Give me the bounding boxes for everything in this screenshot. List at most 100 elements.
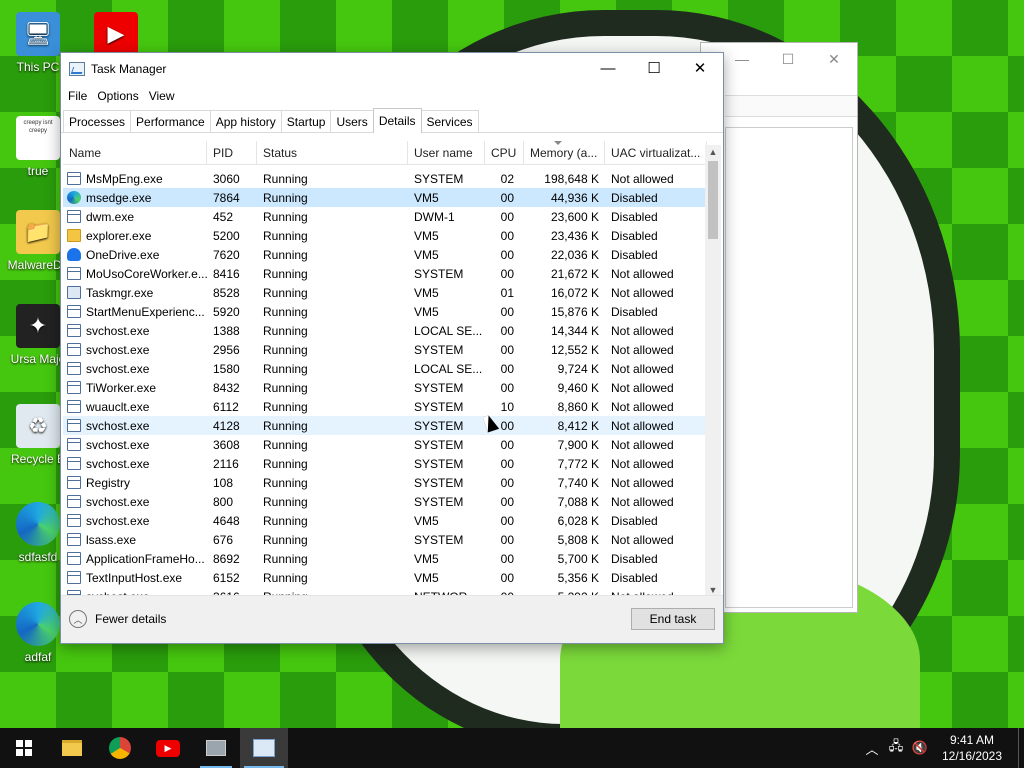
- close-icon[interactable]: ✕: [811, 51, 857, 68]
- table-row[interactable]: ApplicationFrameHo... 8692 Running VM5 00 5,7…: [63, 549, 707, 568]
- process-uac: Not allowed: [611, 418, 674, 433]
- table-row[interactable]: dwm.exe 452 Running DWM-1 00 23,600 K Disabled: [63, 207, 707, 226]
- table-row[interactable]: Registry 108 Running SYSTEM 00 7,740 K Not all…: [63, 473, 707, 492]
- volume-muted-icon[interactable]: 🔇: [908, 740, 932, 756]
- process-status: Running: [263, 209, 308, 224]
- process-cpu: 00: [500, 228, 514, 243]
- tab-processes[interactable]: Processes: [63, 110, 132, 132]
- column-header-user-name[interactable]: User name: [408, 141, 485, 164]
- chevron-up-icon[interactable]: ︿: [860, 739, 884, 758]
- title-bar[interactable]: Task Manager — ☐ ✕: [61, 53, 723, 85]
- table-row[interactable]: svchost.exe 1388 Running LOCAL SE... 00 14,34…: [63, 321, 707, 340]
- table-row[interactable]: Taskmgr.exe 8528 Running VM5 01 16,072 K Not a…: [63, 283, 707, 302]
- tab-users[interactable]: Users: [330, 110, 374, 132]
- process-memory: 23,600 K: [550, 209, 599, 224]
- process-status: Running: [263, 304, 308, 319]
- menu-view[interactable]: View: [144, 89, 180, 103]
- process-user: SYSTEM: [414, 171, 464, 186]
- scroll-up-icon[interactable]: ▲: [705, 145, 721, 159]
- process-cpu: 00: [500, 342, 514, 357]
- taskbar: ▶ ︿ 🖧 🔇 9:41 AM 12/16/2023: [0, 728, 1024, 768]
- process-memory: 44,936 K: [550, 190, 599, 205]
- process-cpu: 00: [500, 475, 514, 490]
- column-header-uac[interactable]: UAC virtualizat...: [605, 141, 707, 164]
- scrollbar-thumb[interactable]: [708, 161, 718, 239]
- application-icon: [67, 571, 81, 584]
- maximize-button[interactable]: ☐: [631, 53, 677, 83]
- table-row[interactable]: lsass.exe 676 Running SYSTEM 00 5,808 K Not al…: [63, 530, 707, 549]
- close-button[interactable]: ✕: [677, 53, 723, 83]
- column-header-memory[interactable]: Memory (a...: [524, 141, 605, 164]
- start-button[interactable]: [0, 728, 48, 768]
- clock[interactable]: 9:41 AM 12/16/2023: [932, 732, 1012, 764]
- text-file-icon: creepy isnt creepy: [16, 116, 60, 160]
- task-manager-icon: [253, 739, 275, 757]
- show-desktop-button[interactable]: [1018, 728, 1024, 768]
- process-user: VM5: [414, 304, 439, 319]
- process-pid: 4128: [213, 418, 240, 433]
- folder-icon: [67, 229, 81, 242]
- fewer-details-label: Fewer details: [95, 612, 167, 626]
- table-row[interactable]: StartMenuExperienc... 5920 Running VM5 00 15,…: [63, 302, 707, 321]
- tab-details[interactable]: Details: [372, 108, 422, 133]
- taskbar-chrome[interactable]: [96, 728, 144, 768]
- folder-icon: 📁: [16, 210, 60, 254]
- table-row[interactable]: svchost.exe 2956 Running SYSTEM 00 12,552 K No…: [63, 340, 707, 359]
- table-row[interactable]: svchost.exe 4648 Running VM5 00 6,028 K Disabl…: [63, 511, 707, 530]
- tab-services[interactable]: Services: [420, 110, 479, 132]
- menu-file[interactable]: File: [63, 89, 92, 103]
- minimize-button[interactable]: —: [585, 53, 631, 83]
- process-cpu: 00: [500, 304, 514, 319]
- taskbar-app[interactable]: [192, 728, 240, 768]
- tab-performance[interactable]: Performance: [130, 110, 211, 132]
- task-manager-window[interactable]: Task Manager — ☐ ✕ File Options View Pro…: [60, 52, 724, 644]
- table-row[interactable]: svchost.exe 2116 Running SYSTEM 00 7,772 K Not…: [63, 454, 707, 473]
- column-header-pid[interactable]: PID: [207, 141, 257, 164]
- process-cpu: 00: [500, 513, 514, 528]
- table-row[interactable]: msedge.exe 7864 Running VM5 00 44,936 K Disabl…: [63, 188, 707, 207]
- taskbar-youtube[interactable]: ▶: [144, 728, 192, 768]
- process-name-cell: explorer.exe: [63, 229, 207, 243]
- process-status: Running: [263, 494, 308, 509]
- window-controls: — ☐ ✕: [585, 53, 723, 83]
- table-row[interactable]: svchost.exe 3608 Running SYSTEM 00 7,900 K Not…: [63, 435, 707, 454]
- table-row[interactable]: svchost.exe 4128 Running SYSTEM 00 8,412 K Not…: [63, 416, 707, 435]
- table-row[interactable]: MoUsoCoreWorker.e... 8416 Running SYSTEM 00 2…: [63, 264, 707, 283]
- process-pid: 2116: [213, 456, 239, 471]
- end-task-button[interactable]: End task: [631, 608, 715, 630]
- minimize-icon[interactable]: —: [719, 51, 765, 67]
- table-row[interactable]: svchost.exe 800 Running SYSTEM 00 7,088 K Not …: [63, 492, 707, 511]
- process-cpu: 02: [500, 171, 514, 186]
- vertical-scrollbar[interactable]: ▲ ▼: [705, 145, 721, 597]
- process-user: SYSTEM: [414, 456, 464, 471]
- process-status: Running: [263, 475, 308, 490]
- column-header-cpu[interactable]: CPU: [485, 141, 524, 164]
- tab-app-history[interactable]: App history: [209, 110, 282, 132]
- process-cpu: 00: [500, 494, 514, 509]
- process-name: svchost.exe: [86, 323, 150, 338]
- process-status: Running: [263, 171, 308, 186]
- column-header-name[interactable]: Name: [63, 141, 207, 164]
- process-user: VM5: [414, 228, 439, 243]
- network-icon[interactable]: 🖧: [884, 737, 908, 759]
- table-row[interactable]: TiWorker.exe 8432 Running SYSTEM 00 9,460 K No…: [63, 378, 707, 397]
- fewer-details-button[interactable]: ︿ Fewer details: [69, 610, 166, 628]
- background-window-controls: — ☐ ✕: [701, 43, 857, 75]
- process-memory: 6,028 K: [557, 513, 599, 528]
- table-row[interactable]: explorer.exe 5200 Running VM5 00 23,436 K Disa…: [63, 226, 707, 245]
- table-row[interactable]: svchost.exe 1580 Running LOCAL SE... 00 9,724…: [63, 359, 707, 378]
- close-icon: ✕: [693, 60, 707, 77]
- column-header-status[interactable]: Status: [257, 141, 408, 164]
- table-row[interactable]: OneDrive.exe 7620 Running VM5 00 22,036 K Disa…: [63, 245, 707, 264]
- application-icon: [67, 362, 81, 375]
- maximize-icon[interactable]: ☐: [765, 51, 811, 68]
- table-row[interactable]: wuauclt.exe 6112 Running SYSTEM 10 8,860 K Not…: [63, 397, 707, 416]
- tab-startup[interactable]: Startup: [280, 110, 332, 132]
- menu-options[interactable]: Options: [92, 89, 143, 103]
- taskbar-file-explorer[interactable]: [48, 728, 96, 768]
- process-user: DWM-1: [414, 209, 455, 224]
- process-user: SYSTEM: [414, 418, 464, 433]
- taskbar-task-manager[interactable]: [240, 728, 288, 768]
- table-row[interactable]: TextInputHost.exe 6152 Running VM5 00 5,356 K…: [63, 568, 707, 587]
- table-row[interactable]: MsMpEng.exe 3060 Running SYSTEM 02 198,648 K N…: [63, 169, 707, 188]
